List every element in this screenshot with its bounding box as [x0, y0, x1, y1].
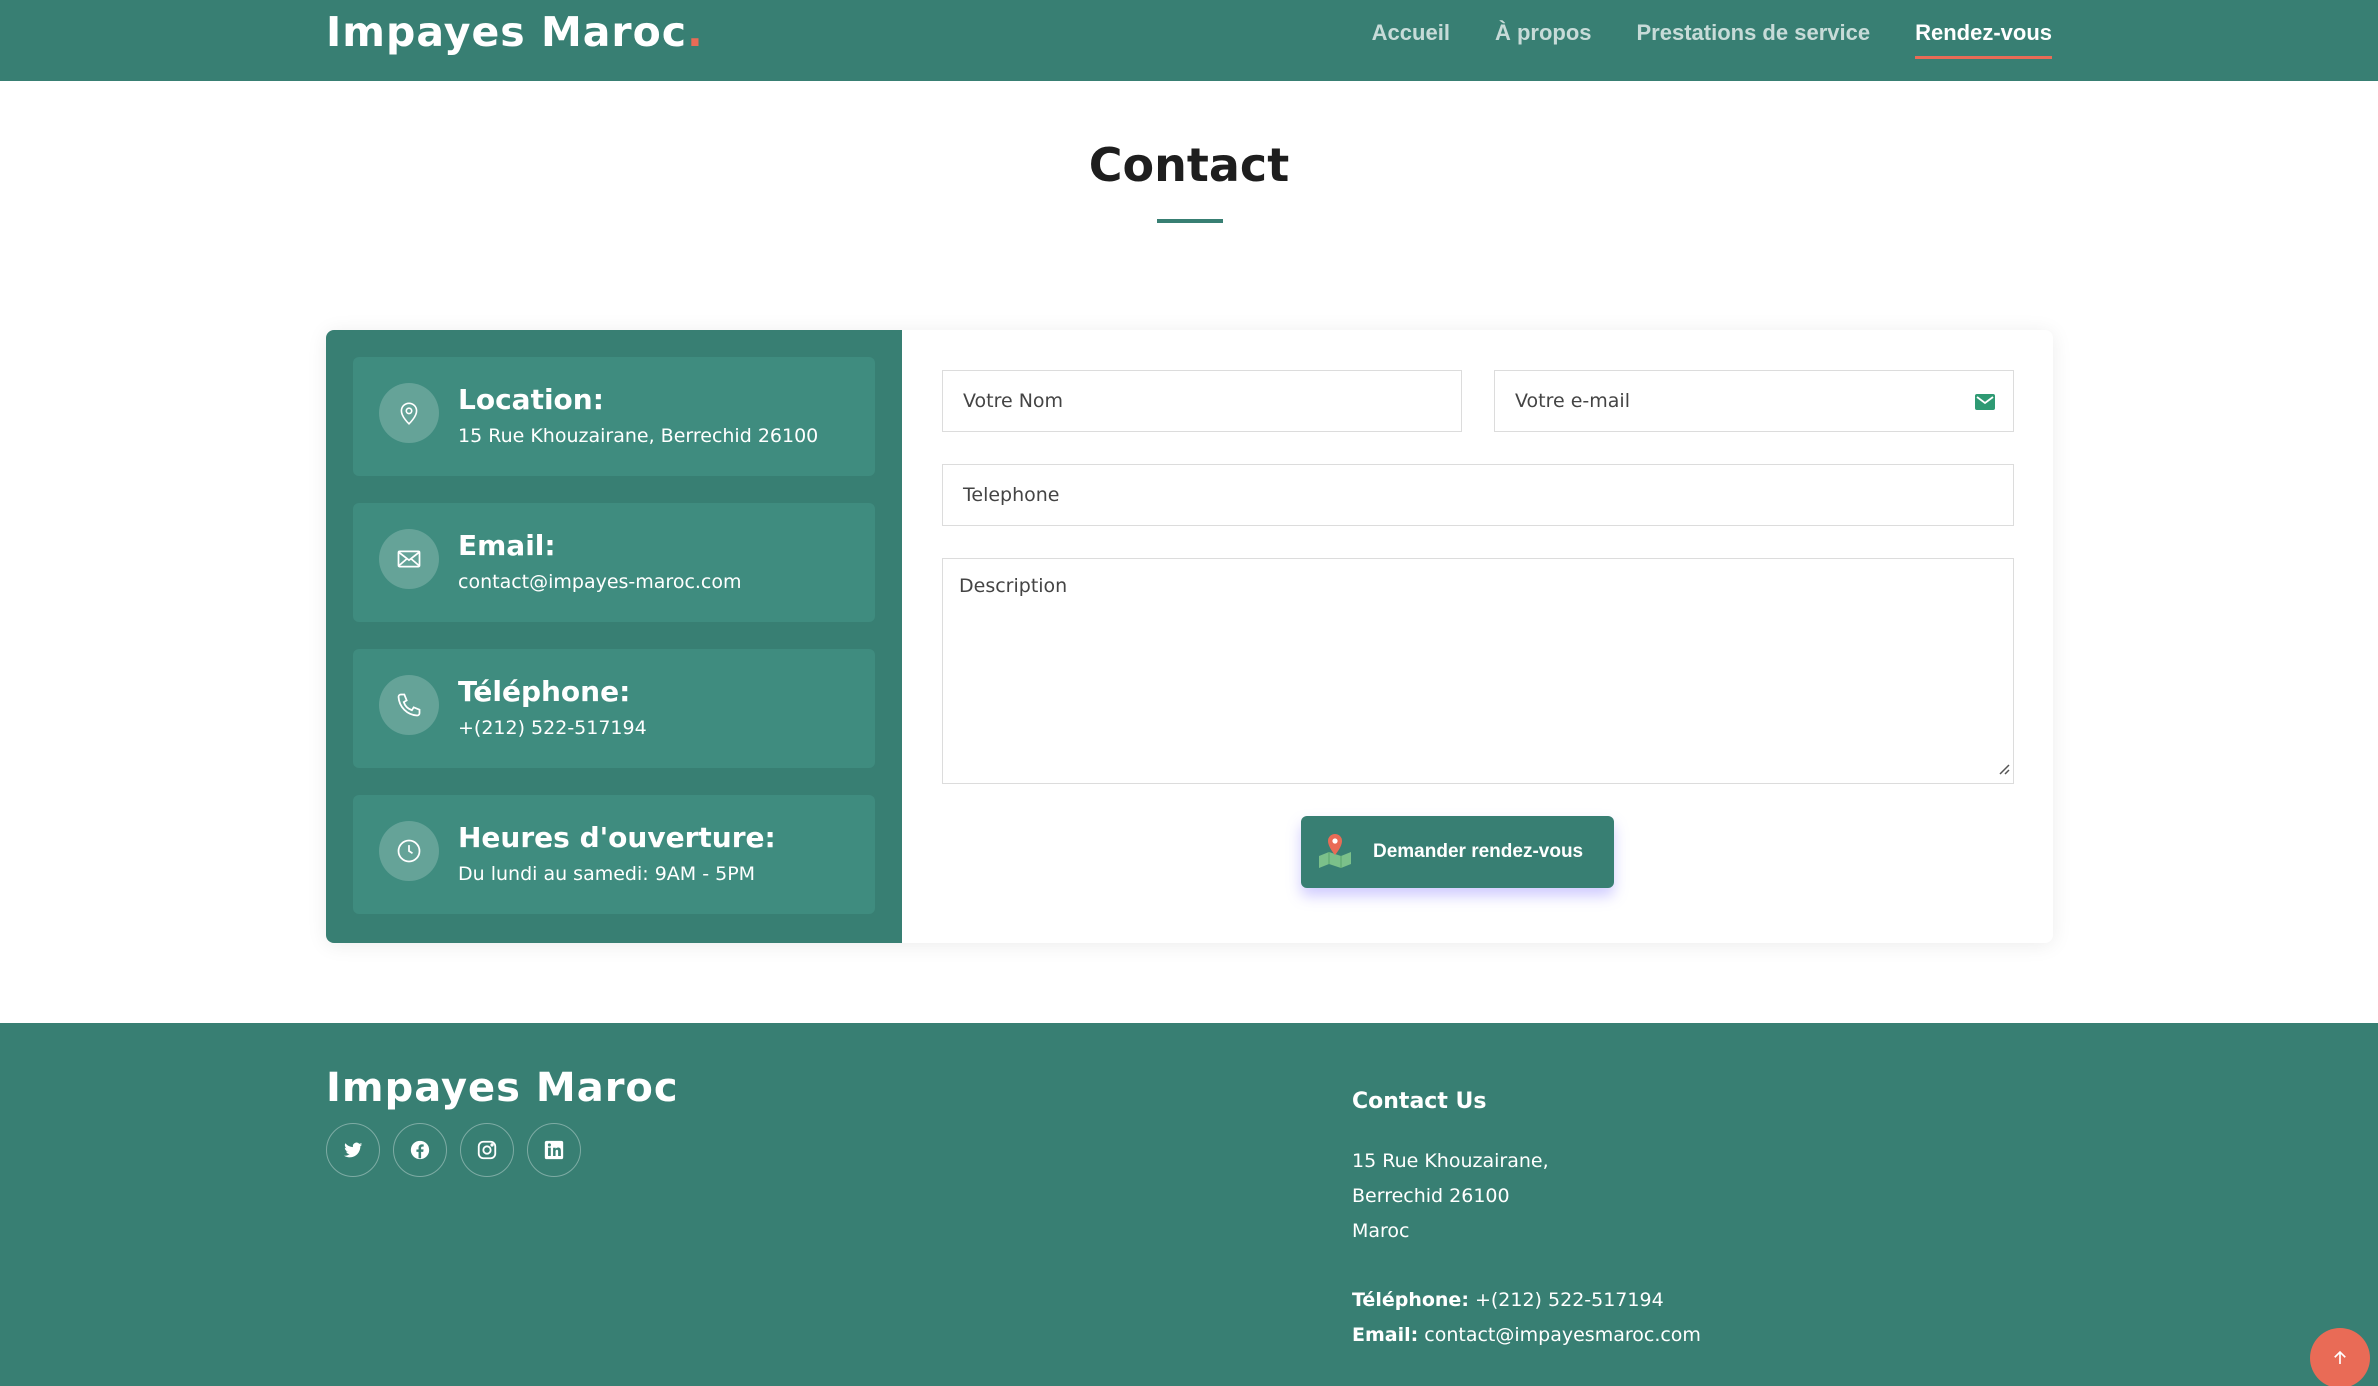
footer-address-line: 15 Rue Khouzairane, — [1352, 1150, 1549, 1172]
map-marker-icon — [1315, 832, 1355, 872]
info-box-location: Location: 15 Rue Khouzairane, Berrechid … — [353, 357, 875, 476]
info-text: 15 Rue Khouzairane, Berrechid 26100 — [458, 425, 819, 447]
site-logo[interactable]: Impayes Maroc. — [326, 8, 704, 56]
arrow-up-icon — [2334, 1350, 2346, 1364]
facebook-icon[interactable] — [393, 1123, 447, 1177]
info-title: Heures d'ouverture: — [458, 821, 776, 854]
name-field[interactable]: Votre Nom — [942, 370, 1462, 432]
resize-grip-icon[interactable] — [1996, 758, 2010, 780]
contact-info-panel: Location: 15 Rue Khouzairane, Berrechid … — [326, 330, 902, 943]
mail-autofill-icon[interactable] — [1975, 393, 1995, 415]
info-box-email: Email: contact@impayes-maroc.com — [353, 503, 875, 622]
name-placeholder: Votre Nom — [963, 390, 1064, 412]
nav-item-a-propos[interactable]: À propos — [1495, 20, 1592, 59]
main-nav: Accueil À propos Prestations de service … — [1372, 20, 2052, 59]
footer-phone-value[interactable]: +(212) 522-517194 — [1469, 1289, 1664, 1311]
info-text[interactable]: contact@impayes-maroc.com — [458, 571, 742, 593]
envelope-icon — [379, 529, 439, 589]
footer-contact-title: Contact Us — [1352, 1089, 1487, 1114]
appointment-form: Votre Nom Votre e-mail Telephone Descrip… — [902, 330, 2053, 943]
location-pin-icon — [379, 383, 439, 443]
info-box-phone: Téléphone: +(212) 522-517194 — [353, 649, 875, 768]
social-links — [326, 1123, 581, 1177]
footer-email-value[interactable]: contact@impayesmaroc.com — [1418, 1324, 1701, 1346]
logo-dot: . — [687, 8, 704, 56]
contact-card: Location: 15 Rue Khouzairane, Berrechid … — [326, 330, 2053, 943]
footer-address-line: Maroc — [1352, 1220, 1410, 1242]
email-placeholder: Votre e-mail — [1515, 390, 1630, 412]
info-box-hours: Heures d'ouverture: Du lundi au samedi: … — [353, 795, 875, 914]
logo-text: Impayes Maroc — [326, 8, 688, 56]
info-title: Email: — [458, 529, 556, 562]
email-field[interactable]: Votre e-mail — [1494, 370, 2014, 432]
footer-address-line: Berrechid 26100 — [1352, 1185, 1510, 1207]
footer-logo: Impayes Maroc — [326, 1065, 679, 1111]
phone-icon — [379, 675, 439, 735]
back-to-top-button[interactable] — [2310, 1328, 2370, 1386]
footer-contact: Contact Us 15 Rue Khouzairane, Berrechid… — [1352, 1089, 1701, 1353]
clock-icon — [379, 821, 439, 881]
telephone-placeholder: Telephone — [963, 484, 1060, 506]
request-appointment-button[interactable]: Demander rendez-vous — [1301, 816, 1614, 888]
footer-email: Email: contact@impayesmaroc.com — [1352, 1318, 1701, 1353]
nav-item-rendez-vous[interactable]: Rendez-vous — [1915, 20, 2052, 59]
telephone-field[interactable]: Telephone — [942, 464, 2014, 526]
nav-item-accueil[interactable]: Accueil — [1372, 20, 1450, 59]
info-text: Du lundi au samedi: 9AM - 5PM — [458, 863, 756, 885]
footer-phone: Téléphone: +(212) 522-517194 — [1352, 1283, 1701, 1318]
site-header: Impayes Maroc. Accueil À propos Prestati… — [0, 0, 2378, 81]
page-title: Contact — [1088, 138, 1290, 192]
info-title: Location: — [458, 383, 604, 416]
description-textarea[interactable]: Description — [942, 558, 2014, 784]
description-placeholder: Description — [959, 575, 1068, 597]
footer-phone-label: Téléphone: — [1352, 1289, 1469, 1311]
linkedin-icon[interactable] — [527, 1123, 581, 1177]
instagram-icon[interactable] — [460, 1123, 514, 1177]
request-appointment-label: Demander rendez-vous — [1373, 841, 1584, 862]
info-text[interactable]: +(212) 522-517194 — [458, 717, 647, 739]
title-underline — [1157, 219, 1223, 223]
site-footer: Impayes Maroc Contact Us 15 Rue Khouzair… — [0, 1023, 2378, 1386]
footer-email-label: Email: — [1352, 1324, 1419, 1346]
twitter-icon[interactable] — [326, 1123, 380, 1177]
nav-item-prestations[interactable]: Prestations de service — [1637, 20, 1871, 59]
info-title: Téléphone: — [458, 675, 631, 708]
